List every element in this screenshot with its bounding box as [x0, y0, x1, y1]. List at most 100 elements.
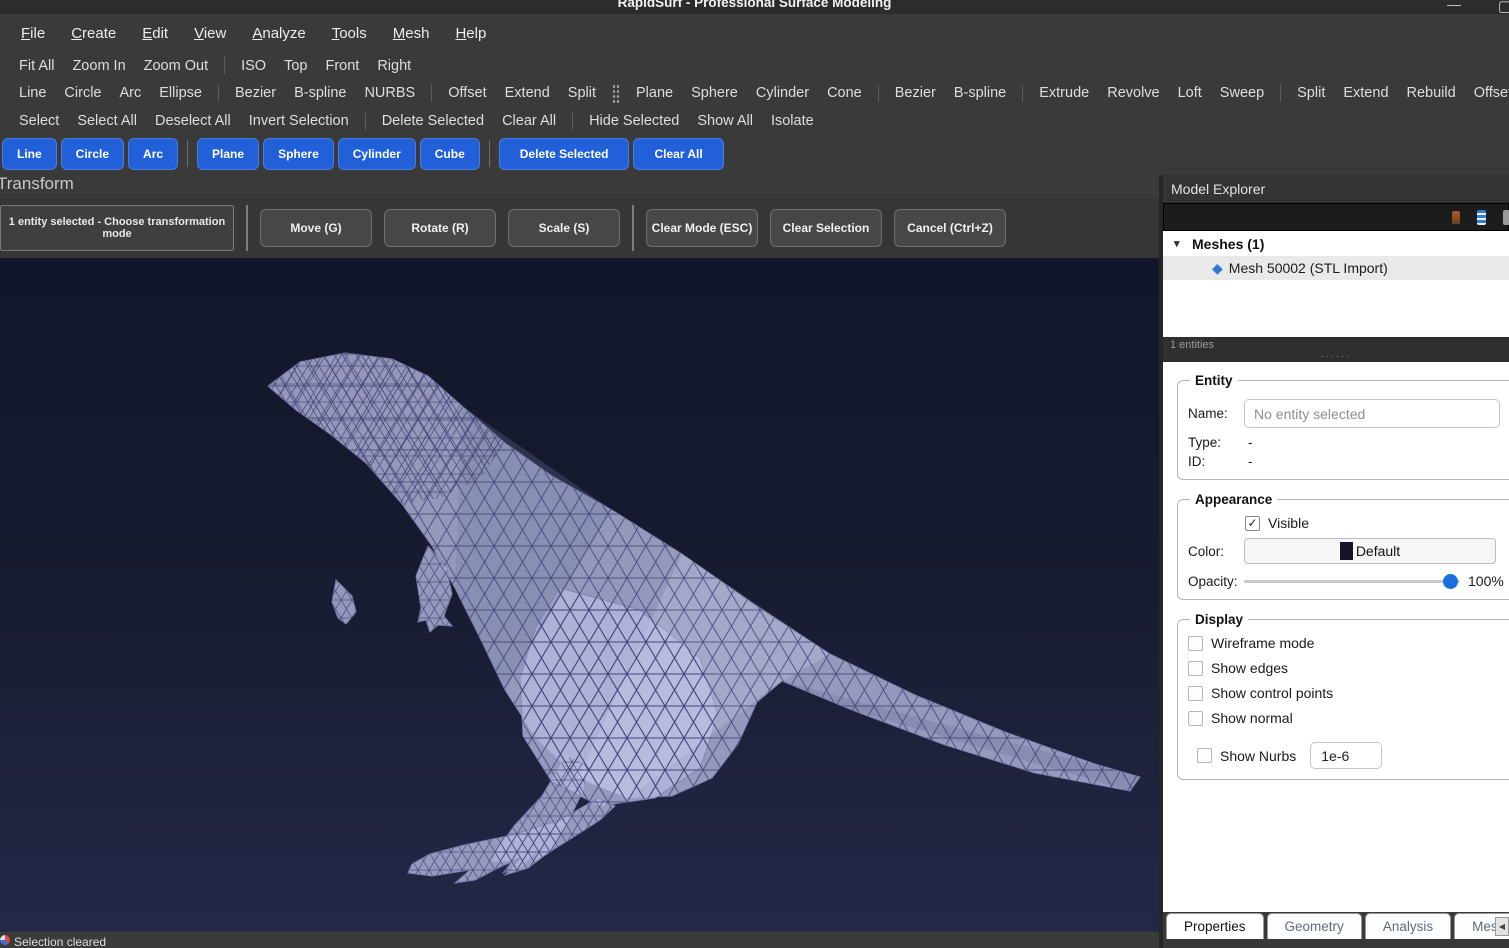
scale-button[interactable]: Scale (S) [508, 209, 620, 247]
menu-analyze[interactable]: Analyze [239, 19, 318, 48]
tool-zoom-in[interactable]: Zoom In [63, 55, 134, 77]
tool-extend[interactable]: Extend [496, 82, 559, 104]
tree-expander-icon[interactable]: ▾ [1174, 237, 1192, 250]
tool-clear-all[interactable]: Clear All [493, 110, 565, 132]
tool-select[interactable]: Select [10, 110, 68, 132]
tool-sphere[interactable]: Sphere [682, 82, 747, 104]
entity-name-input[interactable] [1244, 399, 1500, 428]
tool-line[interactable]: Line [10, 82, 55, 104]
tool-top[interactable]: Top [275, 55, 316, 77]
tool-sweep[interactable]: Sweep [1211, 82, 1273, 104]
show-edges-checkbox[interactable] [1188, 661, 1203, 676]
nurbs-tolerance-input[interactable] [1310, 742, 1382, 769]
menu-tools[interactable]: Tools [319, 19, 380, 48]
opacity-slider-handle[interactable] [1443, 574, 1458, 589]
show-control-points-checkbox[interactable] [1188, 686, 1203, 701]
menu-view[interactable]: View [181, 19, 239, 48]
tool-revolve[interactable]: Revolve [1098, 82, 1168, 104]
maximize-icon[interactable]: ▢ [1498, 1, 1509, 13]
explorer-filter-icon[interactable] [1452, 211, 1460, 224]
tool-deselect-all[interactable]: Deselect All [146, 110, 240, 132]
tool-split[interactable]: Split [559, 82, 605, 104]
move-button[interactable]: Move (G) [260, 209, 372, 247]
menu-help[interactable]: Help [442, 19, 499, 48]
show-nurbs-checkbox[interactable] [1197, 748, 1212, 763]
tool-invert-selection[interactable]: Invert Selection [240, 110, 358, 132]
visible-checkbox[interactable]: ✓ [1245, 516, 1260, 531]
tab-properties[interactable]: Properties [1166, 913, 1264, 939]
tool-rebuild[interactable]: Rebuild [1398, 82, 1465, 104]
tool-nurbs[interactable]: NURBS [355, 82, 424, 104]
quick-line-button[interactable]: Line [2, 138, 57, 170]
tool-extend-surface[interactable]: Extend [1334, 82, 1397, 104]
quick-plane-button[interactable]: Plane [197, 138, 259, 170]
color-picker-button[interactable]: Default [1244, 538, 1496, 564]
tool-split-surface[interactable]: Split [1288, 82, 1334, 104]
entity-group: Entity Name: Type: - ID: - [1177, 373, 1509, 480]
cancel-button[interactable]: Cancel (Ctrl+Z) [894, 209, 1006, 247]
tool-front[interactable]: Front [316, 55, 368, 77]
rotate-button[interactable]: Rotate (R) [384, 209, 496, 247]
clear-selection-button[interactable]: Clear Selection [770, 209, 882, 247]
tool-show-all[interactable]: Show All [688, 110, 762, 132]
explorer-sort-icon[interactable] [1477, 210, 1486, 225]
menu-edit[interactable]: Edit [129, 19, 181, 48]
tool-plane[interactable]: Plane [627, 82, 682, 104]
tool-bezier[interactable]: Bezier [226, 82, 285, 104]
tool-ellipse[interactable]: Ellipse [150, 82, 211, 104]
tool-isolate[interactable]: Isolate [762, 110, 823, 132]
quick-clear-all-button[interactable]: Clear All [633, 138, 723, 170]
quick-sphere-button[interactable]: Sphere [263, 138, 334, 170]
tool-offset[interactable]: Offset [439, 82, 495, 104]
menu-create[interactable]: Create [58, 19, 129, 48]
tool-cone[interactable]: Cone [818, 82, 871, 104]
quick-toolbar: Line Circle Arc Plane Sphere Cylinder Cu… [0, 135, 1509, 172]
tool-extrude[interactable]: Extrude [1030, 82, 1098, 104]
wireframe-mode-checkbox[interactable] [1188, 636, 1203, 651]
show-normal-checkbox[interactable] [1188, 711, 1203, 726]
explorer-toolbar[interactable] [1163, 203, 1509, 231]
model-explorer-header[interactable]: Model Explorer [1163, 175, 1509, 203]
tab-geometry[interactable]: Geometry [1267, 913, 1362, 939]
toolbar-grip-handle[interactable] [612, 84, 620, 103]
minimize-icon[interactable]: — [1447, 0, 1461, 10]
tool-arc[interactable]: Arc [110, 82, 150, 104]
tool-zoom-out[interactable]: Zoom Out [135, 55, 217, 77]
tool-cylinder[interactable]: Cylinder [747, 82, 818, 104]
panel-resize-grip[interactable]: ······ [1163, 353, 1509, 362]
quick-delete-selected-button[interactable]: Delete Selected [499, 138, 630, 170]
tree-item-mesh[interactable]: ◆ Mesh 50002 (STL Import) [1163, 256, 1509, 280]
tab-analysis[interactable]: Analysis [1365, 913, 1451, 939]
tool-right[interactable]: Right [368, 55, 420, 77]
tool-offset-surface[interactable]: Offset [1465, 82, 1509, 104]
tool-select-all[interactable]: Select All [68, 110, 146, 132]
clear-mode-button[interactable]: Clear Mode (ESC) [646, 209, 758, 247]
tool-fit-all[interactable]: Fit All [10, 55, 63, 77]
tool-bspline-surface[interactable]: B-spline [945, 82, 1015, 104]
toolbar-separator [1280, 85, 1281, 102]
viewport-3d[interactable] [0, 258, 1159, 931]
tool-bspline[interactable]: B-spline [285, 82, 355, 104]
tool-delete-selected[interactable]: Delete Selected [373, 110, 493, 132]
menubar: File Create Edit View Analyze Tools Mesh… [0, 14, 1509, 52]
color-label: Color: [1188, 544, 1244, 559]
show-control-points-label: Show control points [1211, 685, 1333, 701]
tool-hide-selected[interactable]: Hide Selected [580, 110, 688, 132]
tool-loft[interactable]: Loft [1169, 82, 1211, 104]
quick-arc-button[interactable]: Arc [128, 138, 178, 170]
explorer-menu-icon[interactable] [1503, 210, 1509, 225]
quick-circle-button[interactable]: Circle [61, 138, 124, 170]
quick-cylinder-button[interactable]: Cylinder [338, 138, 416, 170]
opacity-slider-track [1244, 580, 1460, 583]
panel-bottom-strip [1163, 939, 1509, 948]
tool-circle[interactable]: Circle [55, 82, 110, 104]
opacity-slider[interactable] [1244, 574, 1460, 589]
menu-file[interactable]: File [8, 19, 58, 48]
tool-iso[interactable]: ISO [232, 55, 275, 77]
toolbar-separator [572, 113, 573, 130]
tree-group-meshes[interactable]: ▾ Meshes (1) [1163, 231, 1509, 256]
tool-bezier-surface[interactable]: Bezier [886, 82, 945, 104]
quick-cube-button[interactable]: Cube [420, 138, 480, 170]
menu-mesh[interactable]: Mesh [380, 19, 443, 48]
tab-scroll-left-icon[interactable]: ◀ [1495, 917, 1509, 936]
